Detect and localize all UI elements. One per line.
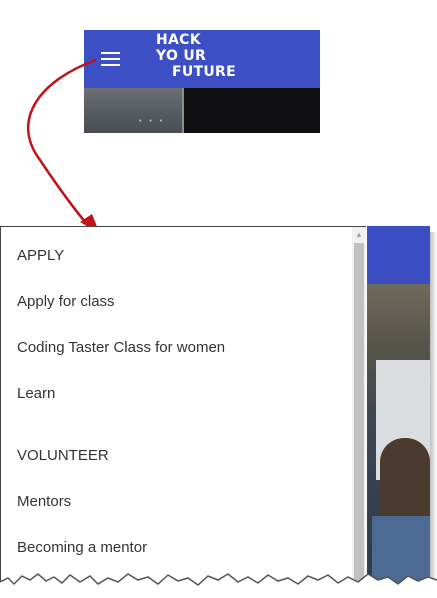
header-bar: HACK YO UR FUTURE: [84, 30, 320, 88]
torn-edge: [0, 573, 437, 598]
menu-item-learn[interactable]: Learn: [17, 385, 55, 402]
menu-section-volunteer: VOLUNTEER: [17, 447, 109, 464]
hero-photo-fragment: [84, 88, 182, 133]
hero-photo-dark: [184, 88, 320, 133]
logo-line-1: HACK: [156, 32, 201, 48]
menu-item-coding-taster-class[interactable]: Coding Taster Class for women: [17, 339, 225, 356]
navigation-menu: APPLY Apply for class Coding Taster Clas…: [0, 226, 366, 598]
logo-line-2: YO UR: [156, 48, 207, 64]
logo-line-3: FUTURE: [172, 64, 236, 80]
scroll-up-arrow-icon[interactable]: ▲: [352, 229, 366, 241]
menu-item-becoming-a-mentor[interactable]: Becoming a mentor: [17, 539, 147, 556]
logo[interactable]: HACK YO UR FUTURE: [156, 32, 236, 80]
hamburger-menu-icon[interactable]: [101, 52, 120, 66]
carousel-dots: • • •: [139, 118, 166, 125]
menu-section-apply: APPLY: [17, 247, 65, 264]
menu-item-mentors[interactable]: Mentors: [17, 493, 71, 510]
panel-shadow: [430, 232, 437, 592]
scrollbar-thumb[interactable]: [354, 243, 364, 598]
mini-header-screenshot: HACK YO UR FUTURE • • •: [84, 30, 320, 133]
mobile-menu-screenshot: APPLY Apply for class Coding Taster Clas…: [0, 226, 430, 598]
menu-item-apply-for-class[interactable]: Apply for class: [17, 293, 115, 310]
